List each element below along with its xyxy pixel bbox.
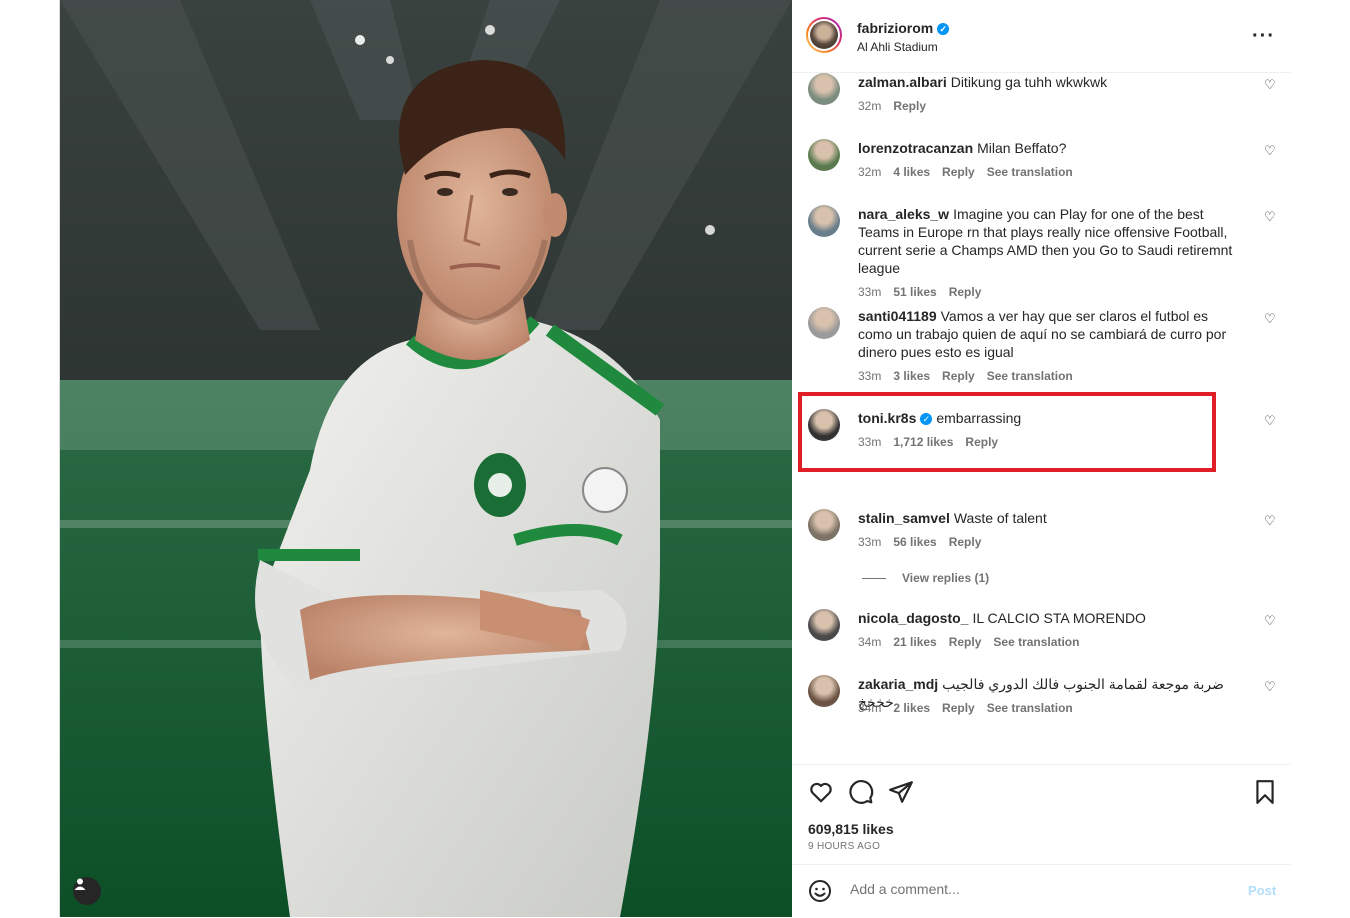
comment-likes[interactable]: 51 likes [893,285,936,299]
comment-heart-icon[interactable]: ♡ [1264,679,1276,695]
comment-meta: 33m 51 likes Reply [858,285,993,299]
comment-heart-icon[interactable]: ♡ [1264,77,1276,93]
comment-username[interactable]: stalin_samvel [858,510,950,526]
comment-avatar[interactable] [808,609,840,641]
comment-likes[interactable]: 21 likes [893,635,936,649]
view-replies-button[interactable]: View replies (1) [862,571,989,585]
post-location[interactable]: Al Ahli Stadium [857,40,938,54]
comment-body: IL CALCIO STA MORENDO [972,610,1146,626]
emoji-icon[interactable] [808,879,832,903]
comment-text: nicola_dagosto_ IL CALCIO STA MORENDO [858,609,1243,627]
post-header: fabriziorom ✓ Al Ahli Stadium ··· [792,0,1291,73]
comment-text: stalin_samvel Waste of talent [858,509,1243,527]
comment-username[interactable]: zakaria_mdj [858,676,938,692]
post-actions: 609,815 likes 9 HOURS AGO [792,764,1291,865]
see-translation-button[interactable]: See translation [987,701,1073,715]
comment-avatar[interactable] [808,307,840,339]
comment-time: 34m [858,701,882,715]
reply-button[interactable]: Reply [893,99,926,113]
comment-text: nara_aleks_w Imagine you can Play for one… [858,205,1243,277]
add-comment-bar: Post [792,864,1291,918]
add-comment-input[interactable] [848,880,1232,898]
see-translation-button[interactable]: See translation [987,165,1073,179]
player-photo-illustration [60,0,792,917]
comment-meta: 34m 21 likes Reply See translation [858,635,1091,649]
tagged-users-button[interactable] [73,877,101,905]
comment-time: 34m [858,635,882,649]
comment-meta: 33m 3 likes Reply See translation [858,369,1085,383]
comment-likes[interactable]: 2 likes [893,701,930,715]
comment-avatar[interactable] [808,509,840,541]
reply-button[interactable]: Reply [949,635,982,649]
comment-username[interactable]: zalman.albari [858,74,947,90]
divider-line [862,578,886,579]
more-options-icon[interactable]: ··· [1252,26,1275,46]
comment-time: 33m [858,285,882,299]
comment-avatar[interactable] [808,139,840,171]
send-icon[interactable] [888,779,914,805]
reply-button[interactable]: Reply [942,165,975,179]
post-comment-button[interactable]: Post [1248,883,1276,898]
comment-meta: 32m 4 likes Reply See translation [858,165,1085,179]
reply-button[interactable]: Reply [942,369,975,383]
comment-meta: 34m 2 likes Reply See translation [858,701,1085,715]
view-replies-label[interactable]: View replies (1) [902,571,989,585]
comment-avatar[interactable] [808,73,840,105]
reply-button[interactable]: Reply [949,535,982,549]
comment-time: 33m [858,535,882,549]
comment-heart-icon[interactable]: ♡ [1264,209,1276,225]
owner-avatar[interactable] [806,17,842,53]
user-icon [74,878,86,890]
comment-username[interactable]: nicola_dagosto_ [858,610,968,626]
see-translation-button[interactable]: See translation [987,369,1073,383]
comment-meta: 33m 56 likes Reply [858,535,993,549]
comment-text: lorenzotracanzan Milan Beffato? [858,139,1243,157]
comment-text: zalman.albari Ditikung ga tuhh wkwkwk [858,73,1243,91]
comment-heart-icon[interactable]: ♡ [1264,513,1276,529]
comment-avatar[interactable] [808,205,840,237]
reply-button[interactable]: Reply [949,285,982,299]
comment-time: 32m [858,99,882,113]
post-image[interactable] [60,0,792,917]
comment-heart-icon[interactable]: ♡ [1264,413,1276,429]
comment-username[interactable]: lorenzotracanzan [858,140,973,156]
comment-meta: 32m Reply [858,99,938,113]
comment-username[interactable]: santi041189 [858,308,937,324]
bookmark-icon[interactable] [1252,779,1278,805]
comment-avatar[interactable] [808,675,840,707]
comment-time: 32m [858,165,882,179]
comment-body: Milan Beffato? [977,140,1067,156]
verified-badge-icon: ✓ [937,23,950,35]
post-timestamp: 9 HOURS AGO [808,841,881,852]
comment-username[interactable]: nara_aleks_w [858,206,949,222]
reply-button[interactable]: Reply [942,701,975,715]
see-translation-button[interactable]: See translation [993,635,1079,649]
comment-text: santi041189 Vamos a ver hay que ser claro… [858,307,1243,361]
comment-likes[interactable]: 56 likes [893,535,936,549]
likes-count[interactable]: 609,815 likes [808,821,894,837]
comment-heart-icon[interactable]: ♡ [1264,143,1276,159]
comment-likes[interactable]: 3 likes [893,369,930,383]
comment-body: Waste of talent [953,510,1047,526]
comment-icon[interactable] [848,779,874,805]
heart-icon[interactable] [808,779,834,805]
comment-body: Ditikung ga tuhh wkwkwk [950,74,1108,90]
comment-time: 33m [858,369,882,383]
comment-likes[interactable]: 4 likes [893,165,930,179]
highlight-box [798,392,1216,472]
owner-username[interactable]: fabriziorom ✓ [857,20,950,36]
comment-heart-icon[interactable]: ♡ [1264,613,1276,629]
comment-heart-icon[interactable]: ♡ [1264,311,1276,327]
